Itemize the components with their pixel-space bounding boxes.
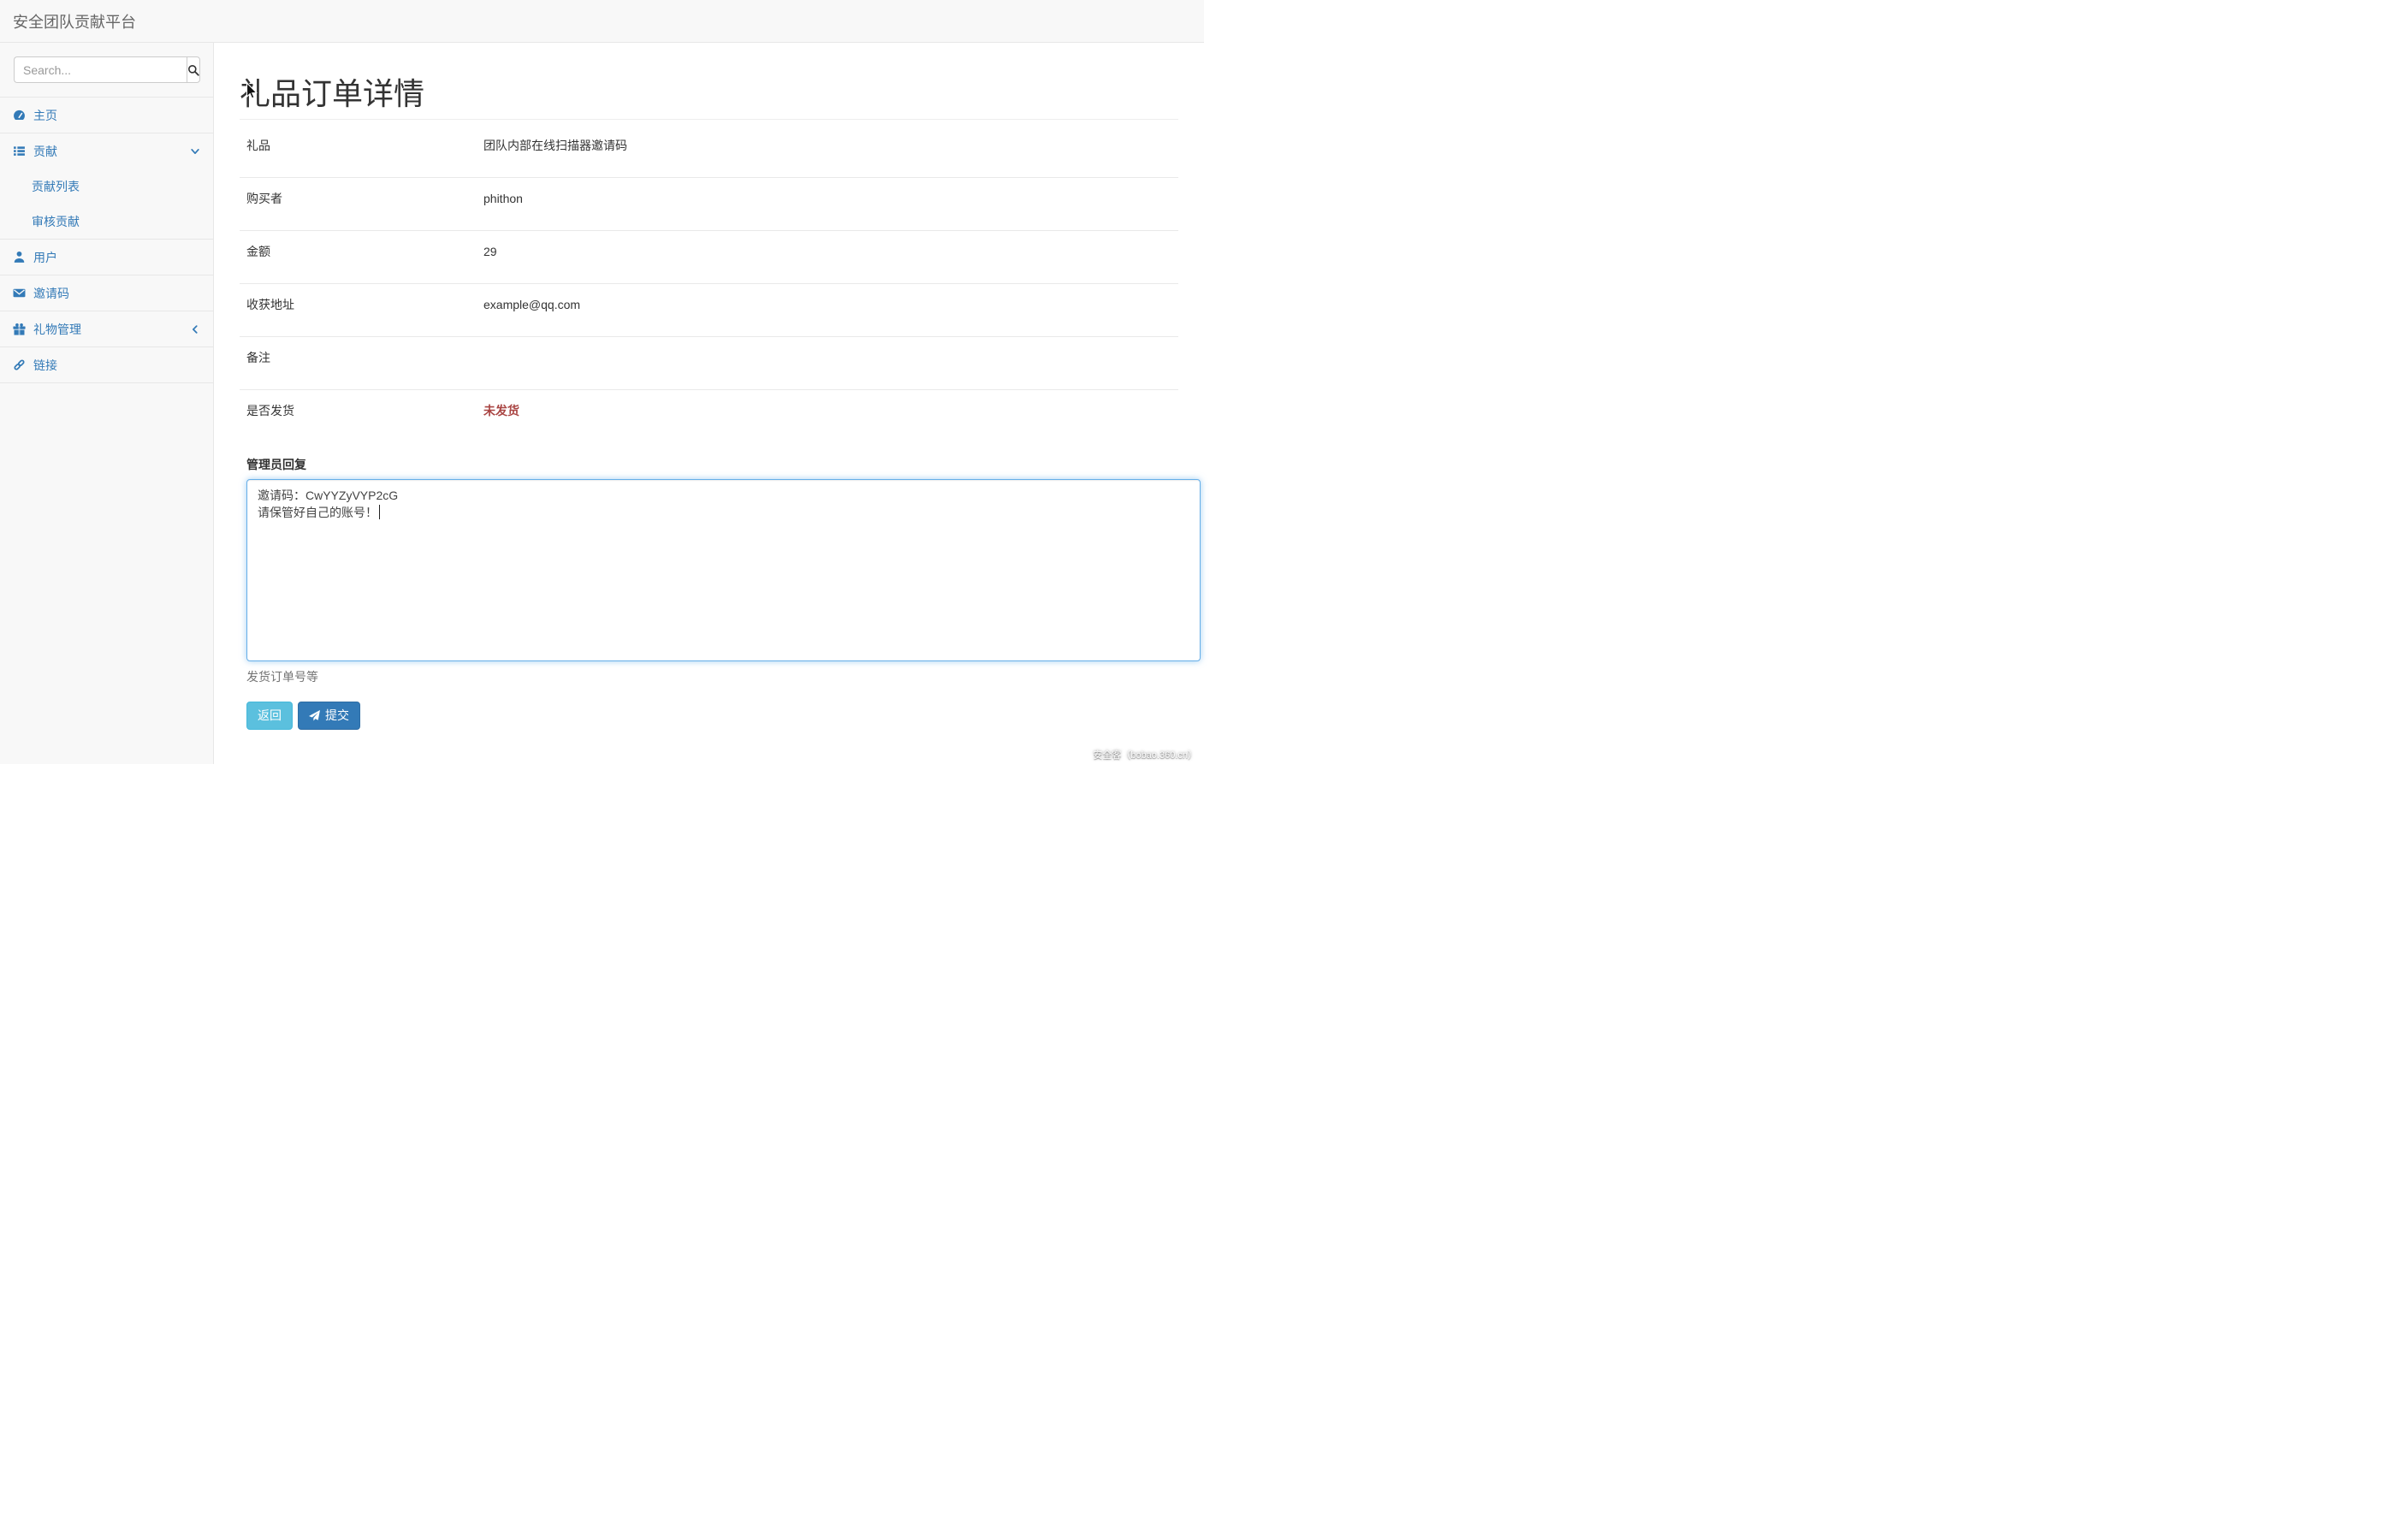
sidebar-subitem-label: 审核贡献 [32, 213, 80, 230]
admin-reply-label: 管理员回复 [246, 456, 1201, 473]
row-value: example@qq.com [477, 283, 1178, 336]
shipping-status-badge: 未发货 [477, 389, 1178, 442]
list-icon [13, 145, 26, 157]
table-row: 金额 29 [240, 230, 1178, 283]
chevron-left-icon [190, 324, 200, 335]
table-row: 收获地址 example@qq.com [240, 283, 1178, 336]
sidebar-item-gift-management[interactable]: 礼物管理 [0, 311, 213, 346]
sidebar-item-home[interactable]: 主页 [0, 98, 213, 133]
reply-line: 请保管好自己的账号！ [258, 506, 377, 519]
top-navbar: 安全团队贡献平台 [0, 0, 1204, 43]
row-value: phithon [477, 177, 1178, 230]
app-title[interactable]: 安全团队贡献平台 [0, 10, 149, 33]
search-icon [187, 64, 199, 76]
table-row: 是否发货 未发货 [240, 389, 1178, 442]
watermark: 安全客（bobao.360.cn） [1093, 748, 1197, 761]
gift-icon [13, 323, 26, 335]
sidebar-item-users[interactable]: 用户 [0, 240, 213, 275]
sidebar-item-label: 主页 [33, 107, 57, 124]
reply-line: 邀请码：CwYYZyVYP2cG [258, 487, 1189, 504]
back-button[interactable]: 返回 [246, 702, 293, 731]
row-label: 是否发货 [240, 389, 477, 442]
sidebar-item-invite-codes[interactable]: 邀请码 [0, 275, 213, 311]
sidebar-item-contributions[interactable]: 贡献 [0, 133, 213, 169]
envelope-icon [13, 287, 26, 299]
sidebar-item-label: 链接 [33, 357, 57, 374]
page-title: 礼品订单详情 [240, 77, 1178, 120]
paper-plane-icon [309, 710, 320, 721]
page-content: 礼品订单详情 礼品 团队内部在线扫描器邀请码 购买者 phithon 金额 29… [214, 43, 1204, 764]
row-value: 团队内部在线扫描器邀请码 [477, 125, 1178, 178]
row-label: 礼品 [240, 125, 477, 178]
chevron-down-icon [190, 146, 200, 157]
table-row: 购买者 phithon [240, 177, 1178, 230]
sidebar-item-links[interactable]: 链接 [0, 347, 213, 382]
order-detail-table: 礼品 团队内部在线扫描器邀请码 购买者 phithon 金额 29 收获地址 e… [240, 125, 1178, 442]
search-input[interactable] [14, 56, 187, 83]
sidebar-search-section [0, 43, 213, 98]
table-row: 礼品 团队内部在线扫描器邀请码 [240, 125, 1178, 178]
row-label: 购买者 [240, 177, 477, 230]
row-label: 金额 [240, 230, 477, 283]
table-row: 备注 [240, 336, 1178, 389]
sidebar-item-label: 礼物管理 [33, 321, 81, 338]
sidebar: 主页 贡献 [0, 43, 214, 764]
search-button[interactable] [187, 56, 200, 83]
sidebar-item-label: 贡献 [33, 143, 57, 160]
row-label: 备注 [240, 336, 477, 389]
row-value [477, 336, 1178, 389]
sidebar-item-contribution-list[interactable]: 贡献列表 [0, 169, 213, 204]
submit-button-label: 提交 [325, 708, 349, 725]
sidebar-subitem-label: 贡献列表 [32, 178, 80, 195]
admin-reply-textarea[interactable]: 邀请码：CwYYZyVYP2cG 请保管好自己的账号！ [246, 479, 1201, 661]
sidebar-item-label: 用户 [33, 249, 57, 266]
sidebar-item-label: 邀请码 [33, 285, 69, 302]
sidebar-item-review-contributions[interactable]: 审核贡献 [0, 204, 213, 239]
submit-button[interactable]: 提交 [298, 702, 360, 731]
help-text: 发货订单号等 [246, 668, 1201, 685]
user-icon [13, 251, 26, 264]
text-caret [379, 505, 380, 519]
dashboard-icon [13, 109, 26, 121]
row-value: 29 [477, 230, 1178, 283]
link-icon [13, 358, 26, 371]
row-label: 收获地址 [240, 283, 477, 336]
admin-reply-form: 管理员回复 邀请码：CwYYZyVYP2cG 请保管好自己的账号！ 发货订单号等… [246, 456, 1201, 731]
